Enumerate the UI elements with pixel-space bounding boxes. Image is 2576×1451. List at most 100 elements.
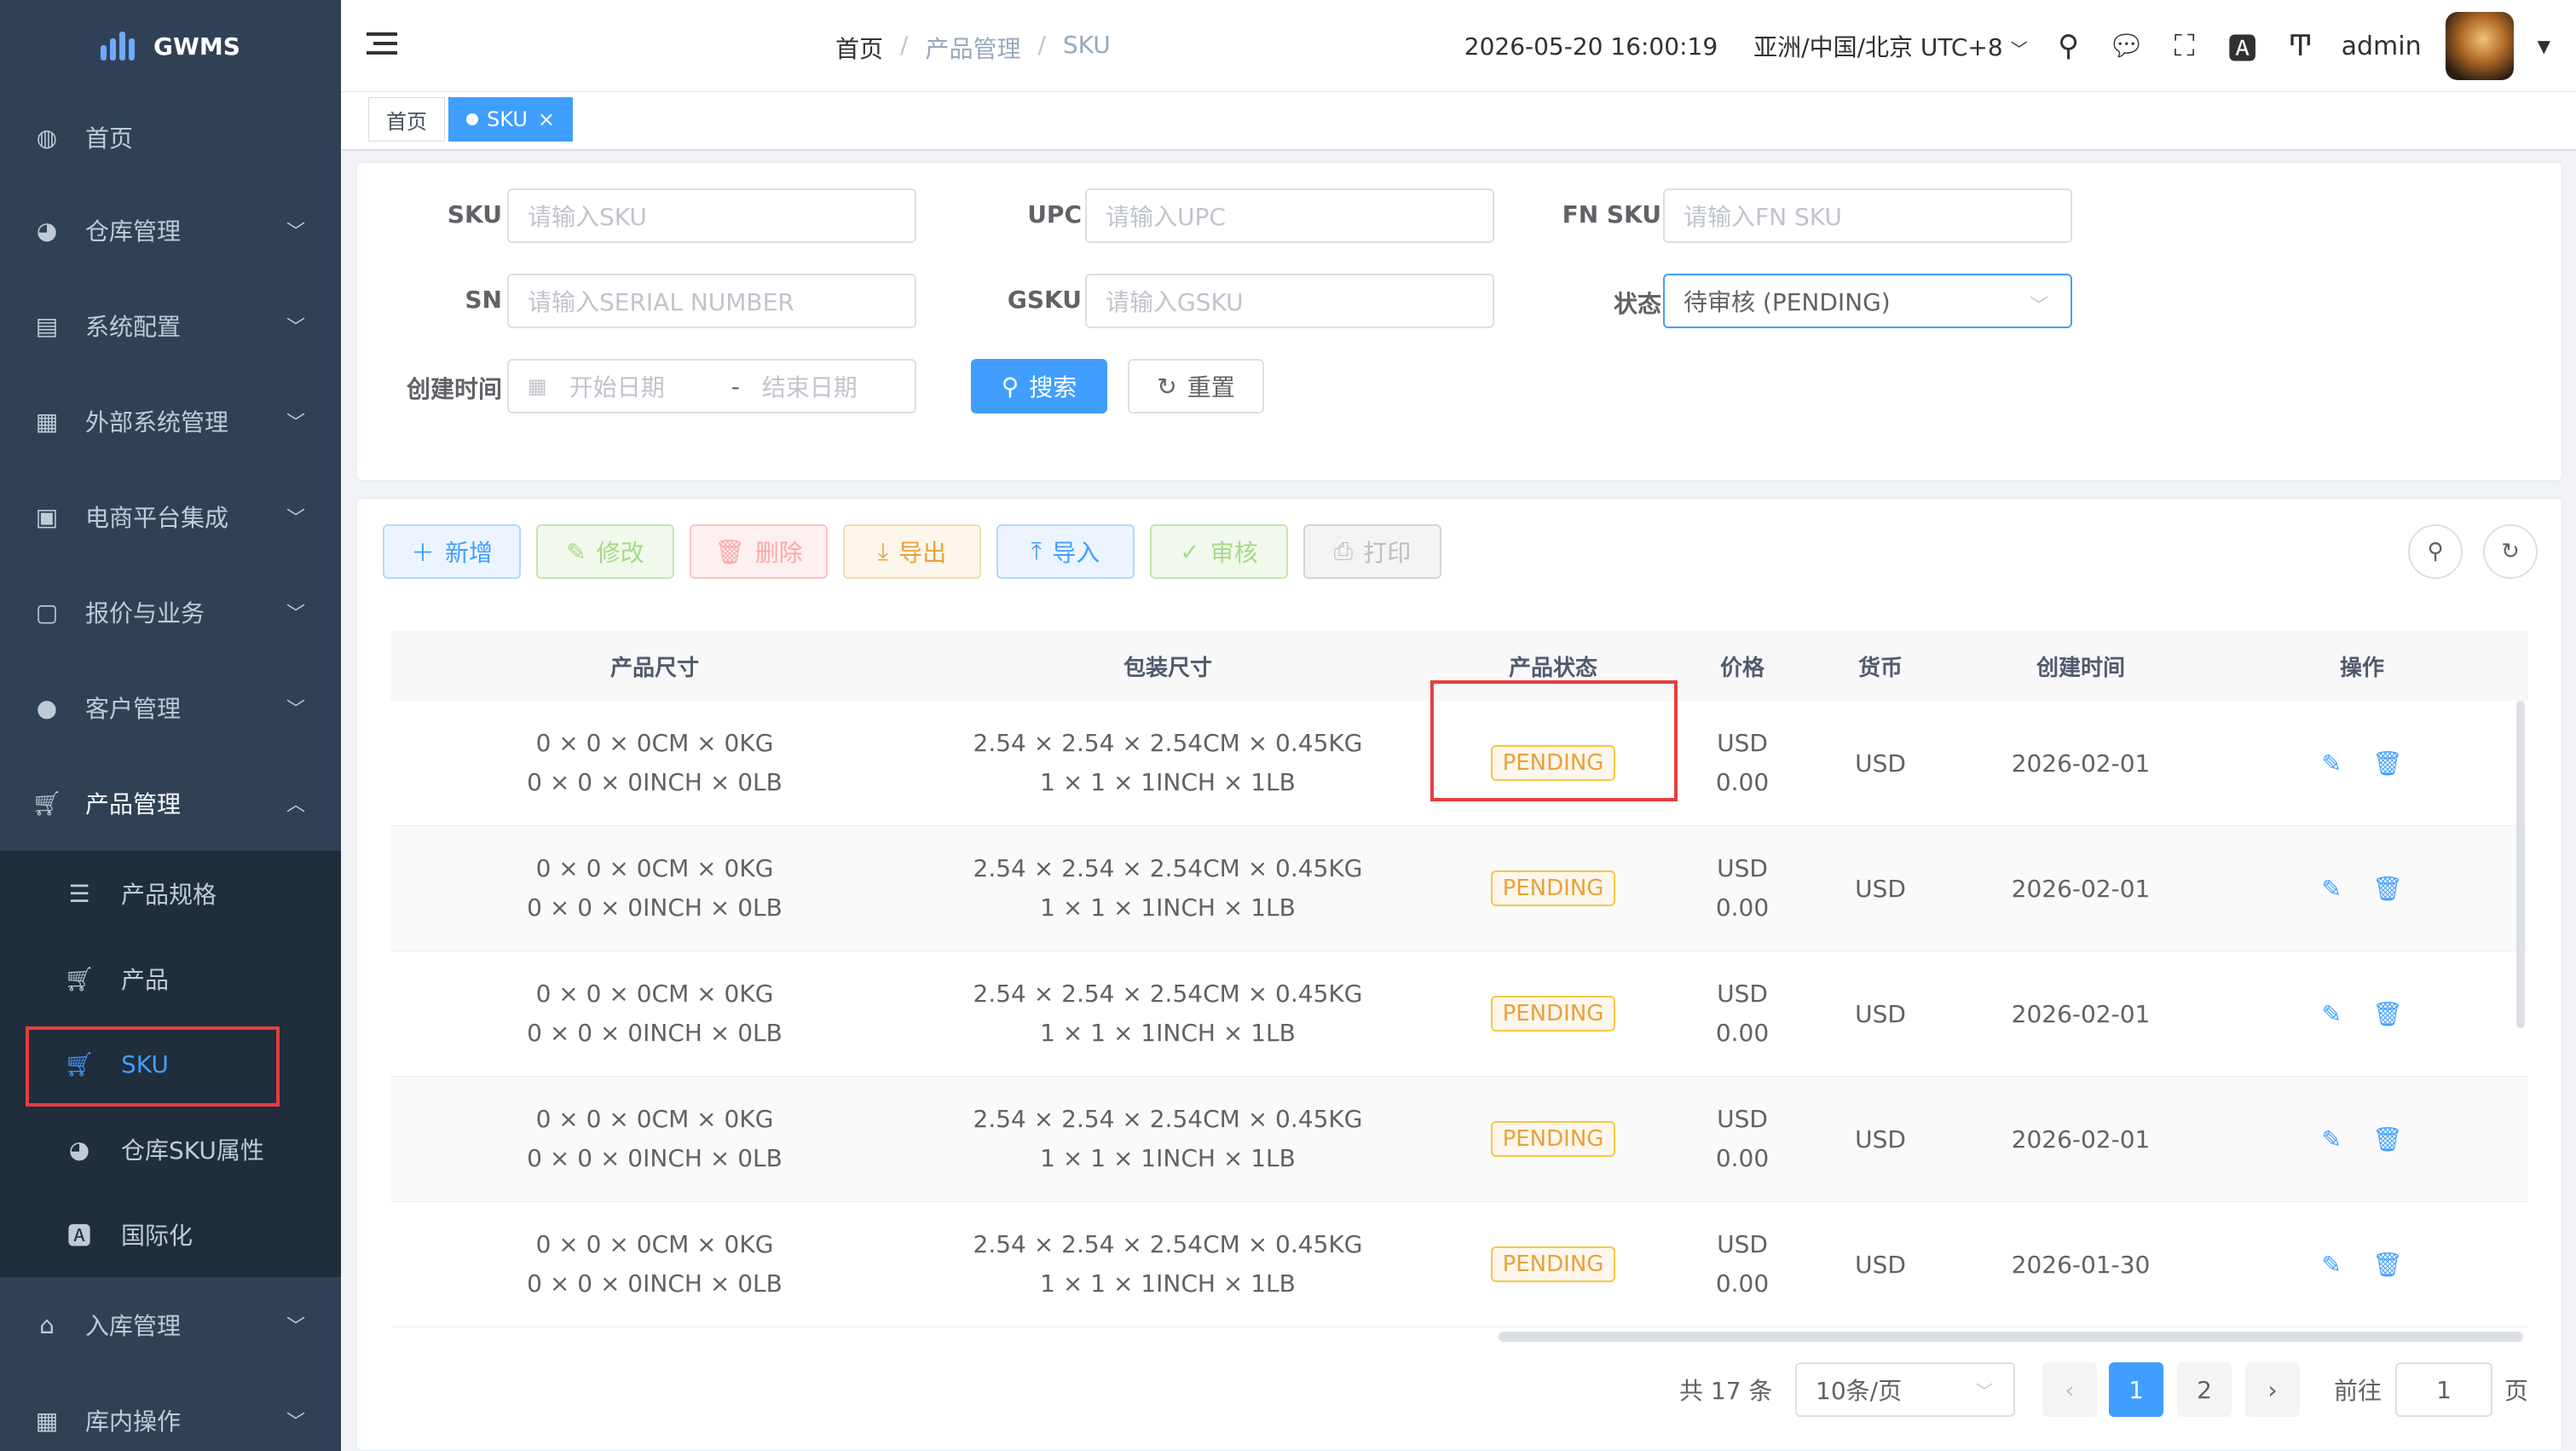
print-button[interactable]: ⎙ 打印 [1303, 524, 1441, 579]
chevron-down-icon: ﹀ [286, 1316, 305, 1338]
header-package-size: 包装尺寸 [1123, 655, 1212, 681]
edit-icon[interactable]: ✎ [2321, 875, 2341, 903]
trash-icon[interactable]: 🗑︎ [2372, 1000, 2403, 1028]
timezone-select[interactable]: 亚洲/中国/北京 UTC+8 ﹀ [1753, 29, 2027, 63]
app-logo[interactable]: GWMS [0, 0, 341, 92]
audit-button[interactable]: ✓ 审核 [1150, 524, 1288, 579]
hamburger-icon[interactable] [367, 32, 397, 58]
trash-icon[interactable]: 🗑︎ [2372, 749, 2403, 778]
cell-product-size: 0 × 0 × 0CM × 0KG 0 × 0 × 0INCH × 0LB [390, 1225, 919, 1304]
username[interactable]: admin [2342, 32, 2422, 61]
date-range-picker[interactable]: ▦ 开始日期 - 结束日期 [507, 359, 916, 413]
product-size-metric: 0 × 0 × 0CM × 0KG [535, 1230, 774, 1258]
cell-actions: ✎ 🗑︎ [2196, 875, 2528, 903]
sidebar-item-product[interactable]: 🛒︎ 产品 [0, 936, 341, 1021]
translate-icon[interactable]: 🅰︎ [2226, 29, 2260, 66]
sidebar-item-external-systems[interactable]: ▦ 外部系统管理 ﹀ [0, 373, 341, 469]
trash-icon[interactable]: 🗑︎ [2372, 1251, 2403, 1279]
import-button[interactable]: ⤒ 导入 [996, 524, 1135, 579]
sidebar-item-quotes[interactable]: ▢ 报价与业务 ﹀ [0, 564, 341, 660]
sidebar-item-warehouse[interactable]: ◕ 仓库管理 ﹀ [0, 182, 341, 278]
next-page-button[interactable]: › [2245, 1362, 2300, 1417]
message-icon[interactable]: 💬︎ [2108, 29, 2145, 63]
breadcrumb-products[interactable]: 产品管理 [925, 31, 1020, 65]
font-size-icon[interactable]: Ͳ [2284, 29, 2318, 63]
goto-page-input[interactable]: 1 [2395, 1362, 2492, 1417]
reset-button[interactable]: ↻ 重置 [1128, 359, 1264, 413]
header-currency: 货币 [1857, 655, 1903, 681]
add-button[interactable]: ＋ 新增 [383, 524, 521, 579]
toggle-search-button[interactable]: ⚲ [2408, 524, 2463, 579]
chevron-down-icon: ﹀ [286, 1412, 305, 1433]
trash-icon: 🗑︎ [714, 537, 745, 566]
horizontal-scrollbar[interactable] [1499, 1332, 2523, 1342]
upc-input[interactable]: 请输入UPC [1085, 188, 1494, 243]
cell-price: USD 0.00 [1689, 974, 1795, 1053]
breadcrumb-home[interactable]: 首页 [835, 31, 883, 65]
sidebar-item-system-config[interactable]: ▤ 系统配置 ﹀ [0, 278, 341, 373]
sidebar-item-warehouse-sku-attr[interactable]: ◕ 仓库SKU属性 [0, 1107, 341, 1192]
tag-sku[interactable]: SKU × [448, 97, 574, 142]
edit-icon[interactable]: ✎ [2321, 1251, 2341, 1279]
trash-icon[interactable]: 🗑︎ [2372, 1125, 2403, 1153]
edit-button-label: 修改 [596, 539, 644, 567]
serial-number-input[interactable]: 请输入SERIAL NUMBER [507, 274, 916, 328]
cell-currency: USD [1855, 1250, 1906, 1279]
edit-button[interactable]: ✎ 修改 [536, 524, 674, 579]
sidebar-item-product-specs[interactable]: ☰ 产品规格 [0, 851, 341, 936]
sku-input[interactable]: 请输入SKU [507, 188, 916, 243]
export-button[interactable]: ⤓ 导出 [843, 524, 981, 579]
grid-icon: ▦ [35, 407, 59, 436]
upc-label: UPC [1027, 200, 1082, 228]
price-currency: USD [1717, 980, 1768, 1008]
sidebar-item-ecommerce[interactable]: ▣ 电商平台集成 ﹀ [0, 469, 341, 564]
cell-created-time: 2026-02-01 [2011, 999, 2151, 1028]
datetime: 2026-05-20 16:00:19 [1464, 32, 1718, 61]
avatar[interactable] [2445, 12, 2514, 80]
delete-button[interactable]: 🗑︎ 删除 [690, 524, 828, 579]
start-date-input[interactable]: 开始日期 [569, 369, 709, 403]
tags-view: 首页 SKU × [341, 92, 2576, 150]
sidebar-item-label: 入库管理 [85, 1312, 182, 1340]
sidebar-item-label: 产品规格 [121, 881, 217, 909]
sidebar-item-label: 产品 [121, 966, 170, 994]
status-select[interactable]: 待审核 (PENDING) ﹀ [1663, 274, 2072, 328]
sidebar-item-inbound[interactable]: ⌂ 入库管理 ﹀ [0, 1277, 341, 1373]
refresh-button[interactable]: ↻ [2483, 524, 2538, 579]
sidebar: GWMS ◍ 首页 ◕ 仓库管理 ﹀ ▤ 系统配置 ﹀ ▦ 外部系统管理 ﹀ ▣… [0, 0, 341, 1451]
edit-icon[interactable]: ✎ [2321, 1125, 2341, 1153]
prev-page-button[interactable]: ‹ [2042, 1362, 2097, 1417]
search-button[interactable]: ⚲ 搜索 [971, 359, 1107, 413]
tag-label: SKU [487, 107, 528, 131]
sidebar-item-products[interactable]: 🛒︎ 产品管理 ︿ [0, 755, 341, 851]
edit-icon[interactable]: ✎ [2321, 749, 2341, 778]
page-2-button[interactable]: 2 [2177, 1362, 2232, 1417]
sidebar-item-i18n[interactable]: 🅰︎ 国际化 [0, 1192, 341, 1277]
page-size-select[interactable]: 10条/页 ﹀ [1795, 1362, 2015, 1417]
sidebar-item-inventory-ops[interactable]: ▦ 库内操作 ﹀ [0, 1373, 341, 1451]
package-size-imperial: 1 × 1 × 1INCH × 1LB [1040, 1144, 1296, 1172]
page-1-button[interactable]: 1 [2109, 1362, 2163, 1417]
fullscreen-icon[interactable]: ⛶ [2168, 29, 2202, 63]
trash-icon[interactable]: 🗑︎ [2372, 875, 2403, 903]
edit-icon[interactable]: ✎ [2321, 1000, 2341, 1028]
product-size-imperial: 0 × 0 × 0INCH × 0LB [527, 1019, 783, 1047]
search-icon[interactable]: ⚲ [2052, 29, 2086, 63]
sidebar-item-customers[interactable]: ● 客户管理 ﹀ [0, 660, 341, 755]
gsku-input[interactable]: 请输入GSKU [1085, 274, 1494, 328]
status-label: 状态 [1613, 290, 1661, 318]
date-separator: - [731, 372, 740, 401]
end-date-input[interactable]: 结束日期 [762, 369, 858, 403]
tag-home[interactable]: 首页 [368, 97, 445, 142]
fnsku-input[interactable]: 请输入FN SKU [1663, 188, 2072, 243]
pagination-total: 共 17 条 [1679, 1377, 1773, 1405]
sidebar-item-label: 电商平台集成 [85, 504, 229, 532]
cart-icon: 🛒︎ [32, 789, 62, 818]
caret-down-icon[interactable]: ▼ [2538, 36, 2550, 56]
cell-product-size: 0 × 0 × 0CM × 0KG 0 × 0 × 0INCH × 0LB [390, 1100, 919, 1178]
chevron-down-icon: ﹀ [286, 699, 305, 720]
close-icon[interactable]: × [538, 107, 555, 131]
sidebar-item-home[interactable]: ◍ 首页 [0, 92, 341, 182]
product-size-metric: 0 × 0 × 0CM × 0KG [535, 1105, 774, 1133]
vertical-scrollbar[interactable] [2516, 701, 2525, 1028]
